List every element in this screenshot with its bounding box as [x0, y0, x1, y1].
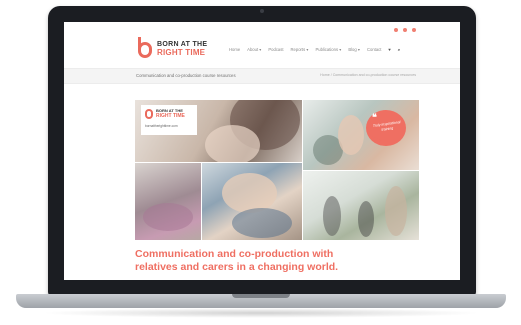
testimonial-bubble: ❝ Truly inspirational training [366, 110, 406, 146]
card-logo-icon [145, 109, 153, 119]
headline-line-2: relatives and carers in a changing world… [135, 260, 339, 273]
laptop-screen: BORN AT THE RIGHT TIME Home About ▾ Podc… [64, 22, 460, 280]
breadcrumb[interactable]: Home / Communication and co-production c… [320, 73, 416, 77]
social-links [394, 28, 416, 32]
nav-item-podcast[interactable]: Podcast [268, 47, 283, 52]
nav-item-reports-label: Reports [290, 47, 306, 52]
search-icon[interactable]: ⌕ [398, 47, 400, 52]
hero-photo-hands [135, 163, 201, 240]
nav-item-publications[interactable]: Publications ▾ [315, 47, 341, 52]
laptop-shadow [40, 308, 482, 318]
card-url: bornattherighttime.com [145, 124, 178, 128]
nav-item-home[interactable]: Home [229, 47, 240, 52]
quote-icon: ❝ [372, 112, 377, 122]
hero-photo-group: ❝ Truly inspirational training [303, 100, 419, 170]
page-title: Communication and co-production course r… [136, 73, 236, 78]
facebook-icon[interactable] [394, 28, 398, 32]
logo-card: BORN AT THE RIGHT TIME bornattherighttim… [141, 105, 197, 135]
headline-line-1: Communication and co-production with [135, 248, 334, 260]
hero-photo-main: BORN AT THE RIGHT TIME bornattherighttim… [135, 100, 302, 162]
instagram-icon[interactable] [412, 28, 416, 32]
cart-icon[interactable]: ♥ [388, 47, 391, 52]
nav-item-reports[interactable]: Reports ▾ [291, 47, 309, 52]
main-menu: Home About ▾ Podcast Reports ▾ Publicati… [229, 47, 400, 52]
hero-collage: BORN AT THE RIGHT TIME bornattherighttim… [135, 100, 419, 240]
hero-headline: Communication and co-production with rel… [135, 248, 338, 273]
hero-photo-child [202, 163, 302, 240]
nav-item-about[interactable]: About ▾ [247, 47, 261, 52]
nav-item-contact[interactable]: Contact [367, 47, 381, 52]
site-logo[interactable]: BORN AT THE RIGHT TIME [157, 41, 207, 57]
laptop-notch [232, 294, 290, 298]
site-header: BORN AT THE RIGHT TIME Home About ▾ Podc… [64, 36, 460, 66]
logo-icon[interactable] [138, 37, 152, 58]
nav-item-about-label: About [247, 47, 259, 52]
laptop-mockup: BORN AT THE RIGHT TIME Home About ▾ Podc… [0, 0, 521, 325]
nav-item-blog-label: Blog [348, 47, 357, 52]
nav-item-publications-label: Publications [315, 47, 339, 52]
webcam [260, 9, 264, 13]
twitter-icon[interactable] [403, 28, 407, 32]
card-line-2: RIGHT TIME [156, 113, 185, 119]
breadcrumb-bar: Communication and co-production course r… [64, 68, 460, 84]
hero-photo-training [303, 171, 419, 240]
laptop-base [16, 294, 506, 308]
nav-item-blog[interactable]: Blog ▾ [348, 47, 360, 52]
logo-line-2: RIGHT TIME [157, 48, 206, 57]
